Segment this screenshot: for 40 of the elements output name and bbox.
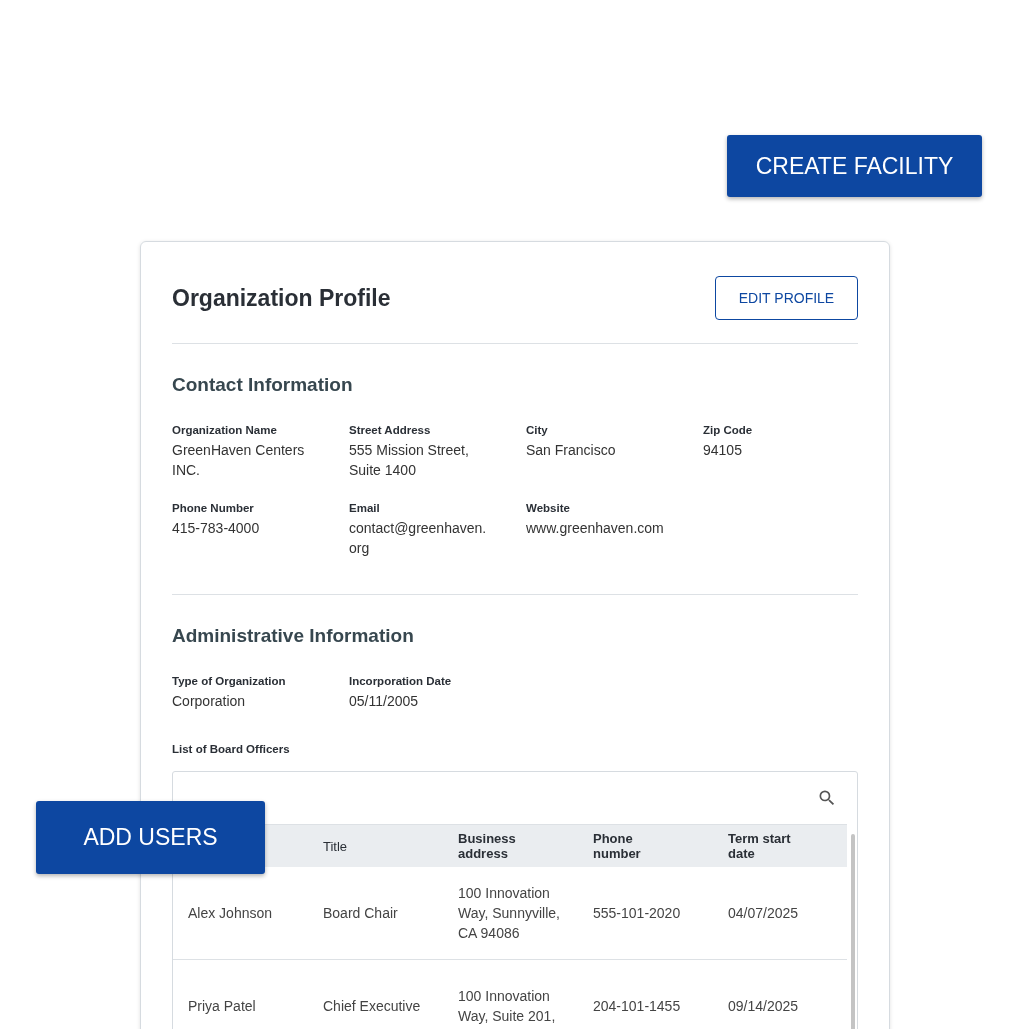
field-label: Organization Name xyxy=(172,424,278,436)
table-cell-text: 100 Innovation Way, Sunnyville, CA 94086 xyxy=(458,884,561,943)
table-cell-text: Chief Executive xyxy=(323,997,422,1016)
table-cell-text: Board Chair xyxy=(323,904,399,923)
table-cell-text: 09/14/2025 xyxy=(728,997,800,1016)
field-value: 555 Mission Street, Suite 1400 xyxy=(349,441,470,480)
column-header: Phone number xyxy=(593,831,642,861)
table-cell-text: 204-101-1455 xyxy=(593,997,682,1016)
field-value: 94105 xyxy=(703,441,743,460)
field-label: City xyxy=(526,424,549,436)
field-label: List of Board Officers xyxy=(172,743,291,755)
card-title: Organization Profile xyxy=(172,284,391,312)
field-label: Street Address xyxy=(349,424,432,436)
column-header: Term start date xyxy=(728,831,792,861)
field-value: San Francisco xyxy=(526,441,617,460)
field-label: Website xyxy=(526,502,571,514)
field-label: Email xyxy=(349,502,381,514)
table-cell-text: 555-101-2020 xyxy=(593,904,682,923)
field-value: contact@greenhaven.org xyxy=(349,519,488,558)
table-cell-text: 04/07/2025 xyxy=(728,904,800,923)
column-header: Title xyxy=(323,838,349,854)
section-title: Administrative Information xyxy=(172,625,415,647)
add-users-button[interactable]: ADD USERS xyxy=(36,801,265,874)
field-value: Corporation xyxy=(172,692,247,711)
table-cell-text: Alex Johnson xyxy=(188,904,274,923)
field-label: Phone Number xyxy=(172,502,255,514)
field-label: Incorporation Date xyxy=(349,675,453,687)
field-label: Zip Code xyxy=(703,424,754,436)
field-value: www.greenhaven.com xyxy=(526,519,665,538)
field-value: 415-783-4000 xyxy=(172,519,261,538)
field-label: Type of Organization xyxy=(172,675,287,687)
create-facility-button[interactable]: CREATE FACILITY xyxy=(727,135,982,197)
table-cell-text: Priya Patel xyxy=(188,997,257,1016)
section-title: Contact Information xyxy=(172,374,354,396)
field-value: 05/11/2005 xyxy=(349,692,420,711)
edit-profile-button[interactable]: EDIT PROFILE xyxy=(715,276,858,320)
search-icon[interactable] xyxy=(817,788,837,808)
column-header: Business address xyxy=(458,831,517,861)
field-value: GreenHaven Centers INC. xyxy=(172,441,306,480)
table-cell-text: 100 Innovation Way, Suite 201, xyxy=(458,987,557,1026)
